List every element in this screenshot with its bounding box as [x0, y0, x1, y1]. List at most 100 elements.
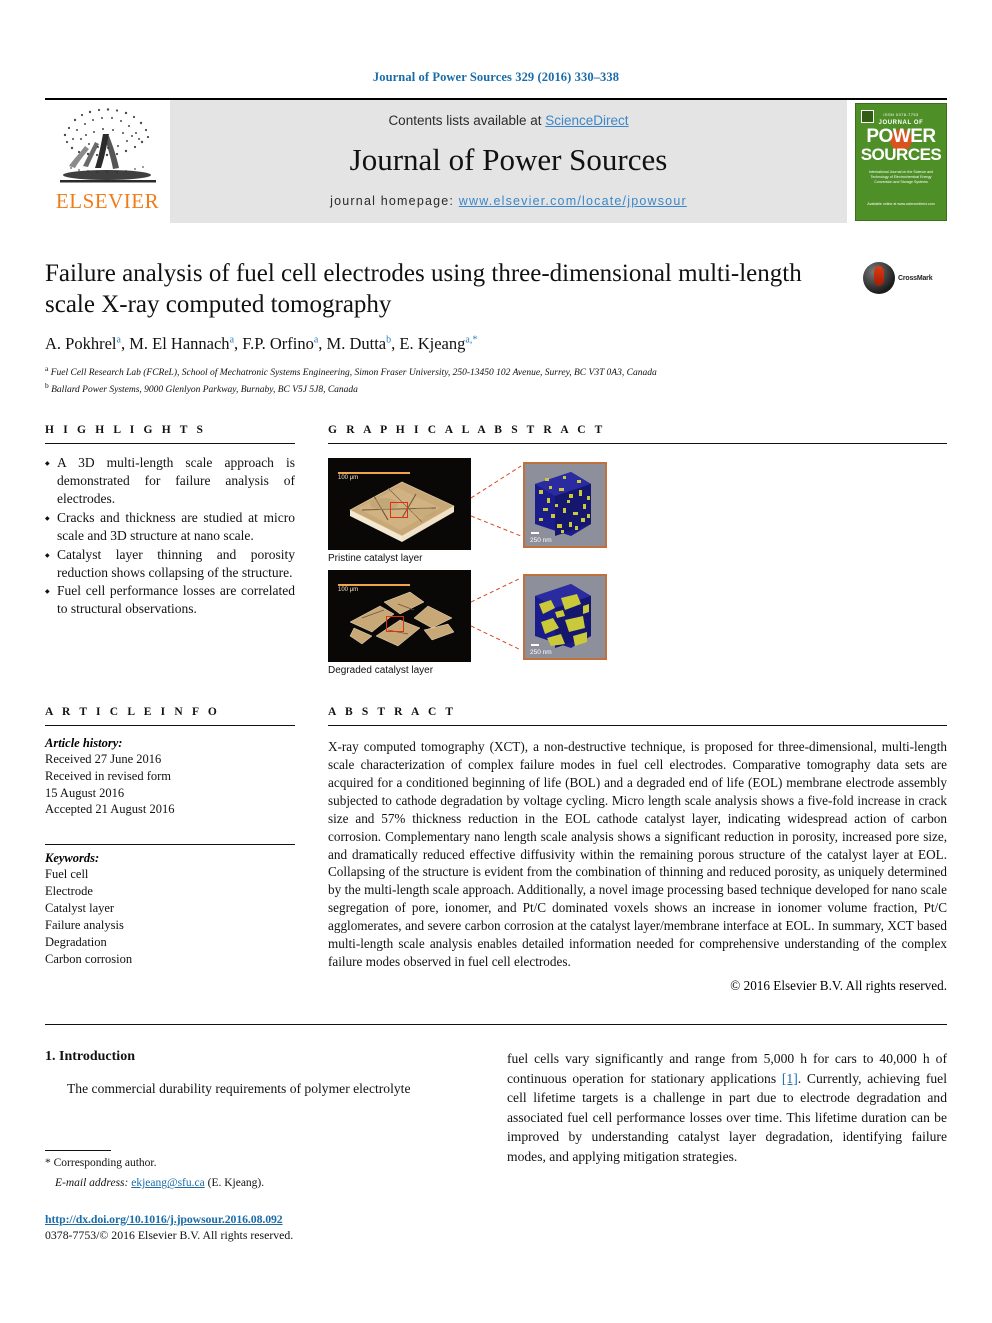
nano-scale-bar-degraded	[531, 643, 539, 646]
cover-issn: ISSN 0378-7753	[883, 111, 919, 117]
highlights-column: H I G H L I G H T S A 3D multi-length sc…	[45, 424, 295, 682]
journal-cover-image: ISSN 0378-7753 JOURNAL OF POWER SOURCES …	[855, 102, 947, 221]
author-affiliation-mark: a	[313, 334, 319, 346]
abstract-heading: A B S T R A C T	[328, 705, 457, 718]
article-history-label: Article history:	[45, 735, 123, 750]
scale-bar-pristine	[338, 471, 410, 474]
journal-title: Journal of Power Sources	[349, 142, 668, 177]
email-note: E-mail address: ekjeang@sfu.ca (E. Kjean…	[45, 1175, 485, 1191]
author-affiliation-mark: a	[116, 334, 121, 346]
highlights-rule	[45, 442, 295, 444]
connector-lines-degraded	[470, 570, 523, 662]
title-block: Failure analysis of fuel cell electrodes…	[45, 259, 947, 398]
journal-homepage-line: journal homepage: www.elsevier.com/locat…	[330, 194, 687, 208]
graphical-abstract-rule	[328, 442, 947, 444]
article-info-column: A R T I C L E I N F O Article history: R…	[45, 706, 295, 994]
corresponding-author-mark: *	[472, 334, 478, 346]
cover-sources-word: SOURCES	[860, 144, 942, 164]
article-title: Failure analysis of fuel cell electrodes…	[45, 260, 802, 318]
scale-label-degraded: 100 μm	[338, 586, 359, 593]
affiliation-list: a Fuel Cell Research Lab (FCReL), School…	[45, 363, 947, 398]
pristine-nano-render	[525, 463, 601, 542]
keywords-label: Keywords:	[45, 851, 100, 866]
crossmark-icon	[863, 262, 895, 294]
author-affiliation-mark: b	[386, 334, 392, 346]
list-item: Catalyst layer thinning and porosity red…	[45, 546, 295, 582]
keyword-item: Fuel cell	[45, 867, 89, 882]
email-link[interactable]: ekjeang@sfu.ca	[131, 1177, 205, 1189]
figure-caption-degraded: Degraded catalyst layer	[328, 664, 434, 676]
paragraph: fuel cells vary significantly and range …	[507, 1049, 947, 1166]
list-item: A 3D multi-length scale approach is demo…	[45, 454, 295, 508]
homepage-prefix: journal homepage:	[330, 194, 459, 208]
author-name: E. Kjeang	[399, 334, 466, 353]
paper-page: Journal of Power Sources 329 (2016) 330–…	[0, 0, 992, 1323]
connector-svg-degraded	[470, 577, 522, 651]
article-info-heading: A R T I C L E I N F O	[45, 705, 220, 718]
author-item: M. El Hannacha	[129, 334, 234, 353]
author-name: M. El Hannach	[129, 334, 230, 353]
scale-bar-degraded	[338, 583, 410, 586]
corresponding-author-note: * Corresponding author.	[45, 1157, 157, 1169]
author-list: A. Pokhrela, M. El Hannacha, F.P. Orfino…	[45, 334, 478, 353]
elsevier-wordmark: ELSEVIER	[55, 189, 160, 213]
keywords-rule	[45, 844, 295, 846]
running-head: Journal of Power Sources 329 (2016) 330–…	[372, 70, 620, 84]
body-column-right: fuel cells vary significantly and range …	[507, 1049, 947, 1166]
article-history-item: Accepted 21 August 2016	[45, 802, 175, 817]
graphical-abstract-column: G R A P H I C A L A B S T R A C T 100 μm…	[328, 424, 947, 682]
affiliation-item: a Fuel Cell Research Lab (FCReL), School…	[45, 363, 947, 380]
author-item: A. Pokhrela	[45, 334, 121, 353]
graphical-abstract-figure-degraded: 100 μm Degraded catalyst layer 250 nm	[328, 569, 947, 676]
author-item: E. Kjeanga,*	[399, 334, 477, 353]
list-item: Cracks and thickness are studied at micr…	[45, 509, 295, 545]
graphical-abstract-heading: G R A P H I C A L A B S T R A C T	[328, 423, 606, 436]
journal-masthead: ELSEVIER Contents lists available at Sci…	[45, 98, 947, 223]
reference-link-1[interactable]: [1]	[782, 1071, 798, 1086]
keyword-item: Catalyst layer	[45, 901, 115, 916]
contents-available-line: Contents lists available at ScienceDirec…	[388, 113, 628, 128]
journal-homepage-link[interactable]: www.elsevier.com/locate/jpowsour	[459, 194, 687, 208]
affiliation-item: b Ballard Power Systems, 9000 Glenlyon P…	[45, 380, 947, 397]
elsevier-tree-icon	[59, 108, 156, 183]
footnote-rule	[45, 1150, 111, 1151]
graphical-abstract-figures: 100 μm Pristine catalyst layer 250 nm 10…	[328, 457, 947, 676]
author-item: M. Duttab	[327, 334, 392, 353]
paragraph: The commercial durability requirements o…	[67, 1081, 411, 1097]
keyword-item: Failure analysis	[45, 917, 124, 932]
keyword-item: Degradation	[45, 934, 107, 949]
connector-lines-pristine	[470, 458, 523, 550]
body-column-left: 1. Introduction The commercial durabilit…	[45, 1049, 485, 1166]
article-history-item: Received 27 June 2016	[45, 751, 162, 766]
email-suffix: (E. Kjeang).	[207, 1177, 265, 1190]
elsevier-logo: ELSEVIER	[45, 100, 170, 223]
list-item: Fuel cell performance losses are correla…	[45, 582, 295, 618]
footnote-block: * Corresponding author. E-mail address: …	[45, 1150, 485, 1192]
sciencedirect-link[interactable]: ScienceDirect	[545, 113, 628, 128]
roi-box-degraded	[386, 615, 404, 632]
roi-box-pristine	[390, 501, 408, 518]
author-name: A. Pokhrel	[45, 334, 117, 353]
doi-block: http://dx.doi.org/10.1016/j.jpowsour.201…	[45, 1212, 485, 1243]
affiliation-text: Ballard Power Systems, 9000 Glenlyon Par…	[51, 385, 358, 396]
section-title: Introduction	[59, 1049, 135, 1065]
doi-link[interactable]: http://dx.doi.org/10.1016/j.jpowsour.201…	[45, 1212, 485, 1227]
abstract-rule	[328, 724, 947, 726]
crossmark-label: CrossMark	[898, 274, 933, 282]
nano-tomography-image-degraded: 250 nm	[523, 573, 607, 660]
crossmark-badge[interactable]: CrossMark	[863, 261, 947, 295]
graphical-abstract-figure-pristine: 100 μm Pristine catalyst layer 250 nm	[328, 457, 947, 564]
scale-label-pristine: 100 μm	[338, 474, 359, 481]
highlights-graphical-band: H I G H L I G H T S A 3D multi-length sc…	[45, 424, 947, 682]
nano-scale-label-pristine: 250 nm	[530, 536, 552, 544]
author-name: F.P. Orfino	[242, 334, 314, 353]
masthead-center: Contents lists available at ScienceDirec…	[170, 100, 847, 223]
affiliation-mark: a	[45, 364, 49, 373]
nano-scale-label-degraded: 250 nm	[530, 648, 552, 656]
article-info-rule	[45, 724, 295, 726]
article-history-item: 15 August 2016	[45, 785, 125, 800]
micro-tomography-image-pristine: 100 μm	[328, 457, 471, 550]
section-number: 1.	[45, 1049, 56, 1065]
micro-tomography-image-degraded: 100 μm	[328, 569, 471, 662]
issn-copyright-line: 0378-7753/© 2016 Elsevier B.V. All right…	[45, 1228, 294, 1242]
